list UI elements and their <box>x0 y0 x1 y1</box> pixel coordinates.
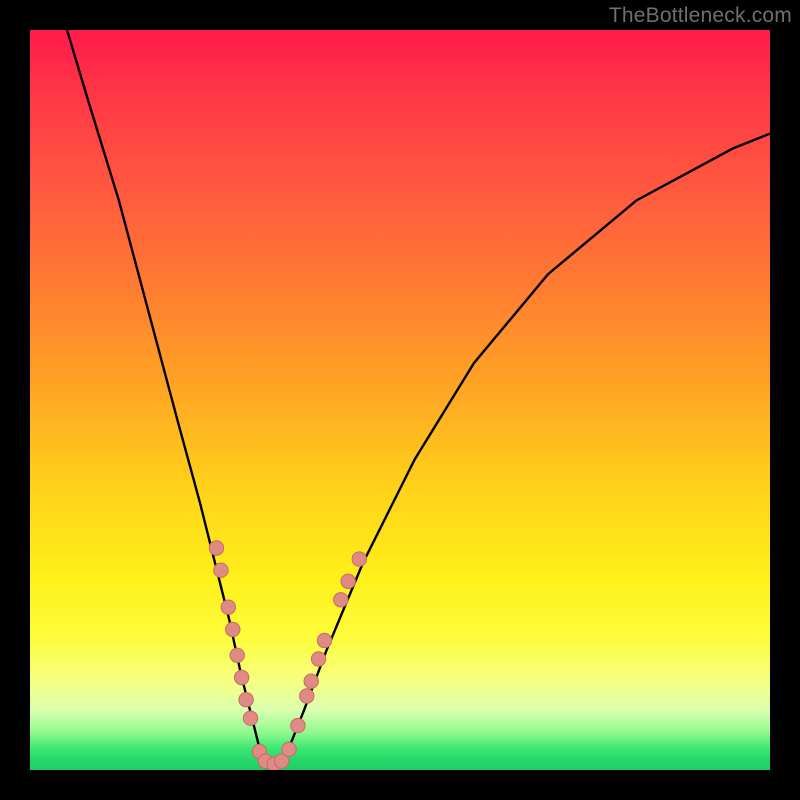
chart-plot-area <box>30 30 770 770</box>
curve-marker <box>334 593 348 607</box>
curve-marker <box>239 693 253 707</box>
curve-markers <box>209 541 366 770</box>
bottleneck-curve-svg <box>30 30 770 770</box>
curve-marker <box>209 541 223 555</box>
curve-marker <box>300 689 314 703</box>
curve-marker <box>304 674 318 688</box>
curve-marker <box>352 552 366 566</box>
curve-marker <box>243 711 257 725</box>
curve-marker <box>341 574 355 588</box>
curve-marker <box>311 652 325 666</box>
curve-marker <box>317 633 331 647</box>
bottleneck-curve <box>67 30 770 766</box>
chart-frame: TheBottleneck.com <box>0 0 800 800</box>
curve-marker <box>291 718 305 732</box>
curve-marker <box>226 622 240 636</box>
watermark-text: TheBottleneck.com <box>609 4 792 28</box>
curve-marker <box>214 563 228 577</box>
curve-marker <box>234 670 248 684</box>
curve-marker <box>230 648 244 662</box>
curve-marker <box>221 600 235 614</box>
curve-marker <box>282 742 296 756</box>
